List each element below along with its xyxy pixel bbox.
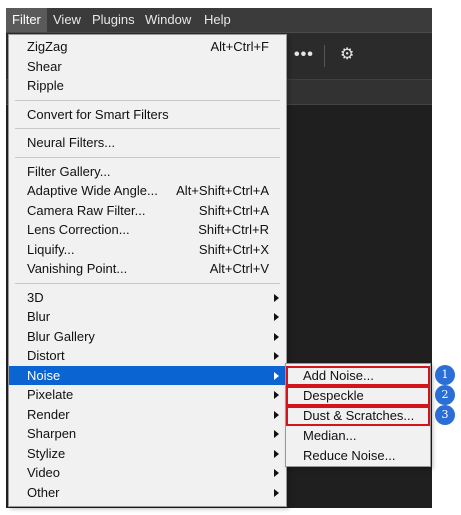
menu-item-shortcut: Alt+Shift+Ctrl+A bbox=[176, 183, 269, 198]
menu-item-label: Other bbox=[27, 484, 60, 500]
menu-separator bbox=[15, 156, 280, 158]
menu-separator bbox=[15, 99, 280, 101]
filter-menu-item-shear[interactable]: Shear bbox=[9, 57, 286, 76]
filter-menu-item-pixelate[interactable]: Pixelate bbox=[9, 385, 286, 404]
filter-menu-item-filter-gallery[interactable]: Filter Gallery... bbox=[9, 162, 286, 181]
menu-item-label: Camera Raw Filter... bbox=[27, 202, 146, 218]
filter-menu-item-other[interactable]: Other bbox=[9, 483, 286, 502]
menu-item-label: Despeckle bbox=[303, 388, 364, 403]
menu-separator bbox=[15, 128, 280, 129]
gear-icon[interactable]: ⚙ bbox=[340, 47, 354, 63]
filter-menu-item-distort[interactable]: Distort bbox=[9, 346, 286, 365]
filter-menu-item-video[interactable]: Video bbox=[9, 463, 286, 482]
menu-item-label: Blur Gallery bbox=[27, 328, 95, 344]
filter-menu-item-noise[interactable]: Noise bbox=[9, 365, 286, 385]
menu-item-label: Pixelate bbox=[27, 387, 74, 402]
noise-submenu: Add Noise... Despeckle Dust & Scratches...… bbox=[285, 363, 431, 467]
menu-view[interactable]: View bbox=[47, 8, 87, 32]
menu-item-label: Sharpen bbox=[27, 426, 77, 441]
menu-item-label: Stylize bbox=[27, 445, 66, 461]
menu-item-shortcut: Alt+Ctrl+F bbox=[210, 39, 269, 54]
submenu-arrow-icon bbox=[274, 410, 279, 419]
menu-item-label: Filter Gallery... bbox=[27, 163, 111, 179]
noise-submenu-item-median[interactable]: Median... bbox=[286, 426, 430, 446]
filter-menu-item-blur-gallery[interactable]: Blur Gallery bbox=[9, 327, 286, 346]
menu-plugins[interactable]: Plugins bbox=[86, 8, 141, 32]
noise-submenu-item-despeckle[interactable]: Despeckle bbox=[286, 386, 430, 406]
callout-badge-3: 3 bbox=[435, 405, 455, 425]
filter-menu-item-lens-correction[interactable]: Lens Correction... Shift+Ctrl+R bbox=[9, 220, 286, 239]
filter-menu-item-render[interactable]: Render bbox=[9, 405, 286, 424]
filter-menu-item-convert-for-smart-filters[interactable]: Convert for Smart Filters bbox=[9, 105, 286, 124]
filter-menu-item-adaptive-wide-angle[interactable]: Adaptive Wide Angle... Alt+Shift+Ctrl+A bbox=[9, 181, 286, 200]
menu-help[interactable]: Help bbox=[198, 8, 237, 32]
menu-item-label: Neural Filters... bbox=[27, 135, 116, 150]
filter-menu-item-camera-raw-filter[interactable]: Camera Raw Filter... Shift+Ctrl+A bbox=[9, 201, 286, 220]
submenu-arrow-icon bbox=[274, 469, 279, 477]
noise-submenu-item-reduce-noise[interactable]: Reduce Noise... bbox=[286, 446, 430, 466]
menu-item-label: Ripple bbox=[27, 78, 64, 93]
menu-item-label: Lens Correction... bbox=[27, 222, 130, 237]
submenu-arrow-icon bbox=[274, 371, 279, 380]
filter-menu-item-3d[interactable]: 3D bbox=[9, 288, 286, 307]
menu-item-label: 3D bbox=[27, 289, 44, 305]
menu-item-label: Distort bbox=[27, 348, 65, 363]
menu-item-shortcut: Shift+Ctrl+X bbox=[198, 241, 269, 257]
menu-item-label: Dust & Scratches... bbox=[303, 408, 415, 423]
menu-bar: Filter View Plugins Window Help bbox=[6, 8, 432, 33]
filter-menu-item-stylize[interactable]: Stylize bbox=[9, 444, 286, 463]
menu-item-label: Adaptive Wide Angle... bbox=[27, 183, 158, 198]
filter-menu-item-sharpen[interactable]: Sharpen bbox=[9, 424, 286, 443]
submenu-arrow-icon bbox=[274, 449, 279, 458]
menu-window[interactable]: Window bbox=[139, 8, 197, 32]
menu-item-label: Video bbox=[27, 465, 61, 480]
submenu-arrow-icon bbox=[274, 352, 279, 360]
menu-item-label: Add Noise... bbox=[303, 368, 374, 383]
submenu-arrow-icon bbox=[274, 430, 279, 438]
filter-menu-item-ripple[interactable]: Ripple bbox=[9, 76, 286, 95]
menu-item-label: Shear bbox=[27, 58, 62, 74]
menu-item-label: Noise bbox=[27, 367, 61, 383]
menu-item-label: Median... bbox=[303, 428, 357, 443]
noise-submenu-item-add-noise[interactable]: Add Noise... bbox=[286, 366, 430, 386]
menu-item-label: Convert for Smart Filters bbox=[27, 106, 169, 122]
menu-item-shortcut: Alt+Ctrl+V bbox=[209, 261, 269, 276]
menu-separator bbox=[15, 282, 280, 284]
callout-badge-1: 1 bbox=[435, 365, 455, 385]
submenu-arrow-icon bbox=[274, 488, 279, 497]
filter-menu-item-neural-filters[interactable]: Neural Filters... bbox=[9, 133, 286, 152]
filter-menu-item-vanishing-point[interactable]: Vanishing Point... Alt+Ctrl+V bbox=[9, 259, 286, 278]
callout-badge-2: 2 bbox=[435, 385, 455, 405]
menu-item-label: Blur bbox=[27, 309, 51, 324]
menu-item-label: Reduce Noise... bbox=[303, 448, 396, 463]
more-horizontal-icon[interactable]: ••• bbox=[294, 47, 314, 63]
filter-menu-item-zigzag[interactable]: ZigZag Alt+Ctrl+F bbox=[9, 37, 286, 56]
submenu-arrow-icon bbox=[274, 391, 279, 399]
menu-item-label: Liquify... bbox=[27, 241, 75, 257]
filter-menu: ZigZag Alt+Ctrl+F Shear Ripple Convert for S… bbox=[8, 34, 287, 507]
submenu-arrow-icon bbox=[274, 332, 279, 341]
menu-filter[interactable]: Filter bbox=[6, 8, 47, 32]
filter-menu-item-blur[interactable]: Blur bbox=[9, 307, 286, 326]
filter-menu-item-liquify[interactable]: Liquify... Shift+Ctrl+X bbox=[9, 240, 286, 259]
toolbar-divider bbox=[324, 45, 325, 67]
menu-item-label: Render bbox=[27, 406, 70, 422]
menu-item-shortcut: Shift+Ctrl+R bbox=[198, 222, 269, 237]
submenu-arrow-icon bbox=[274, 313, 279, 321]
submenu-arrow-icon bbox=[274, 293, 279, 302]
noise-submenu-item-dust-scratches[interactable]: Dust & Scratches... bbox=[286, 406, 430, 426]
menu-item-label: ZigZag bbox=[27, 39, 68, 54]
menu-item-shortcut: Shift+Ctrl+A bbox=[198, 202, 269, 218]
menu-item-label: Vanishing Point... bbox=[27, 261, 128, 276]
